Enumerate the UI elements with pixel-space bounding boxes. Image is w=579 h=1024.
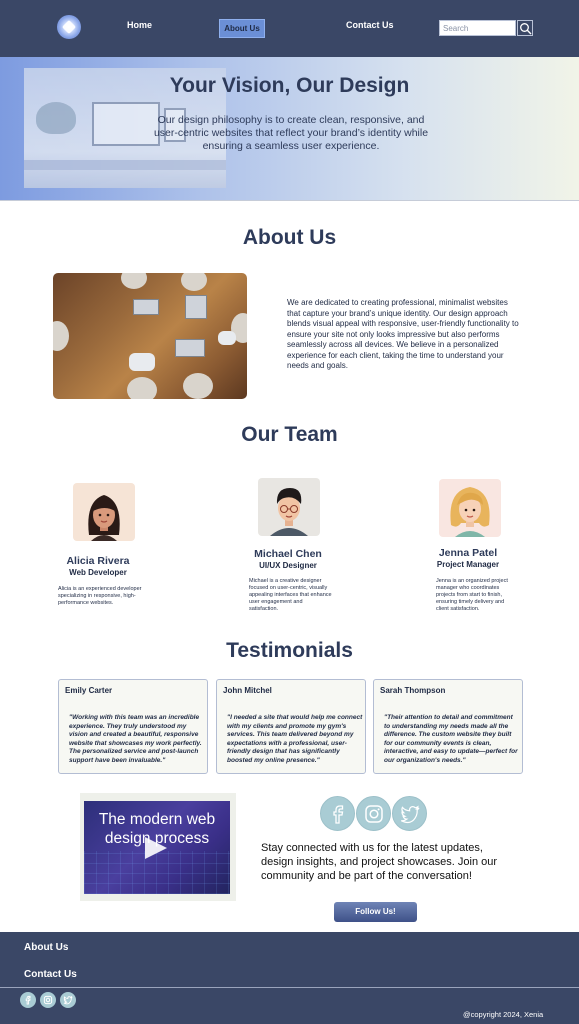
footer-twitter-button[interactable] xyxy=(60,992,76,1008)
person-shape xyxy=(53,321,69,351)
hero-text: Our design philosophy is to create clean… xyxy=(153,114,429,152)
video-thumbnail[interactable]: The modern web design process xyxy=(84,801,230,894)
stay-connected-text: Stay connected with us for the latest up… xyxy=(261,842,498,882)
testimonial-card: John Mitchel "I needed a site that would… xyxy=(216,679,366,774)
twitter-icon xyxy=(63,995,73,1005)
member-bio: Alicia is an experienced developer speci… xyxy=(58,586,142,606)
search-input[interactable] xyxy=(439,20,516,36)
member-name: Jenna Patel xyxy=(438,547,498,559)
member-role: UI/UX Designer xyxy=(259,561,317,570)
footer-instagram-button[interactable] xyxy=(40,992,56,1008)
paper-shape xyxy=(129,353,155,371)
testimonial-author: Emily Carter xyxy=(65,686,113,695)
plant-illustration xyxy=(36,102,76,134)
team-meeting-photo xyxy=(53,273,247,399)
footer-facebook-button[interactable] xyxy=(20,992,36,1008)
testimonial-card: Sarah Thompson "Their attention to detai… xyxy=(373,679,523,774)
person-shape xyxy=(183,373,213,399)
instagram-button[interactable] xyxy=(356,796,391,831)
top-nav: Home About Us Contact Us xyxy=(0,0,579,57)
testimonials-title: Testimonials xyxy=(226,639,353,662)
twitter-icon xyxy=(400,805,420,824)
footer-link-about-us[interactable]: About Us xyxy=(24,942,68,953)
about-text: We are dedicated to creating professiona… xyxy=(287,298,519,370)
man-glasses-icon xyxy=(270,488,308,536)
testimonial-author: Sarah Thompson xyxy=(380,686,446,695)
person-shape xyxy=(127,377,157,399)
avatar-michael xyxy=(258,478,320,536)
footer-divider xyxy=(0,987,579,988)
laptop-shape xyxy=(133,299,159,315)
paper-shape xyxy=(218,331,236,345)
testimonial-card: Emily Carter "Working with this team was… xyxy=(58,679,208,774)
member-bio: Michael is a creative designer focused o… xyxy=(249,578,332,612)
avatar-alicia xyxy=(73,483,135,541)
facebook-button[interactable] xyxy=(320,796,355,831)
testimonial-quote: "Working with this team was an incredibl… xyxy=(69,714,202,764)
instagram-icon xyxy=(43,995,53,1005)
team-title: Our Team xyxy=(241,423,338,446)
follow-us-button[interactable]: Follow Us! xyxy=(334,902,417,922)
woman-blonde-hair-icon xyxy=(450,487,490,537)
testimonial-quote: "I needed a site that would help me conn… xyxy=(227,714,363,764)
desk-illustration xyxy=(24,160,226,170)
nav-link-home[interactable]: Home xyxy=(127,20,152,30)
nav-link-about-us[interactable]: About Us xyxy=(219,19,265,38)
person-shape xyxy=(121,273,147,289)
video-player[interactable]: The modern web design process xyxy=(80,793,236,901)
testimonial-author: John Mitchel xyxy=(223,686,272,695)
about-title: About Us xyxy=(242,226,337,249)
hero-banner: Your Vision, Our Design Our design philo… xyxy=(0,57,579,201)
laptop-shape xyxy=(175,339,205,357)
member-name: Michael Chen xyxy=(254,548,322,560)
instagram-icon xyxy=(365,805,383,823)
person-shape xyxy=(181,273,207,291)
search-button[interactable] xyxy=(517,20,533,36)
member-role: Project Manager xyxy=(436,560,500,569)
twitter-button[interactable] xyxy=(392,796,427,831)
avatar-jenna xyxy=(439,479,501,537)
laptop-shape xyxy=(185,295,207,319)
footer: About Us Contact Us @copyright 2024, Xen… xyxy=(0,932,579,1024)
nav-link-contact-us[interactable]: Contact Us xyxy=(346,20,394,30)
member-role: Web Developer xyxy=(69,568,127,577)
facebook-icon xyxy=(25,995,31,1005)
copyright-text: @copyright 2024, Xenia xyxy=(463,1010,544,1019)
member-name: Alicia Rivera xyxy=(66,555,130,567)
search-icon xyxy=(520,23,532,35)
footer-link-contact-us[interactable]: Contact Us xyxy=(24,969,77,980)
diamond-star-icon[interactable] xyxy=(57,15,81,39)
hero-title: Your Vision, Our Design xyxy=(169,74,410,97)
play-icon[interactable] xyxy=(135,834,173,862)
testimonial-quote: "Their attention to detail and commitmen… xyxy=(384,714,518,764)
facebook-icon xyxy=(333,805,344,824)
woman-dark-hair-icon xyxy=(88,495,120,541)
member-bio: Jenna is an organized project manager wh… xyxy=(436,578,508,612)
